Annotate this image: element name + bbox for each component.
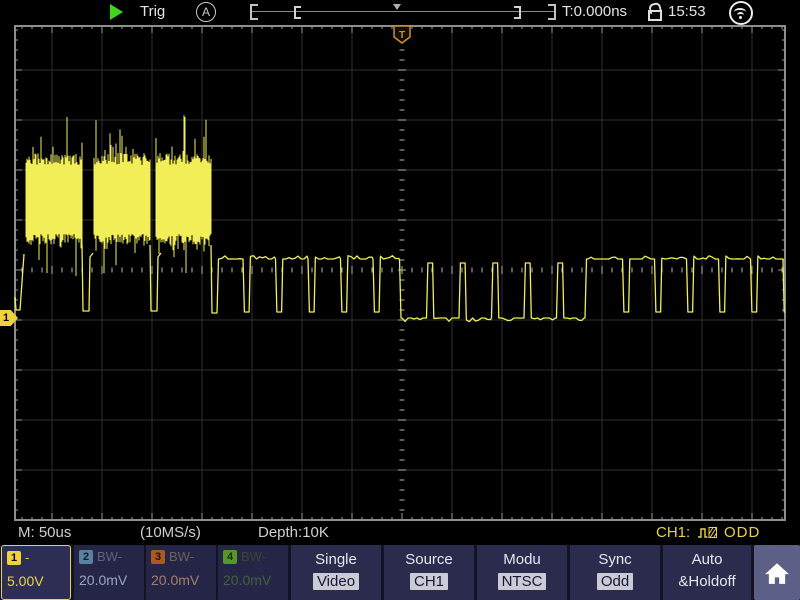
depth-readout: Depth:10K xyxy=(258,524,329,541)
trigger-offset-readout: T:0.000ns xyxy=(562,3,627,20)
menu-value: Odd xyxy=(597,573,633,590)
auto-trigger-icon: A xyxy=(196,2,216,22)
graticule: T xyxy=(14,25,786,521)
menu-button-modu[interactable]: Modu NTSC xyxy=(477,545,567,600)
trigger-position-pointer[interactable] xyxy=(393,4,401,10)
top-bar: Trig A T:0.000ns 15:53 xyxy=(0,0,800,25)
menu-button-sync[interactable]: Sync Odd xyxy=(570,545,660,600)
ch3-scale: 20.0mV xyxy=(151,572,199,588)
auto-trigger-letter: A xyxy=(202,5,210,19)
timebase-readout: M: 50us xyxy=(18,524,71,541)
menu-label: Source xyxy=(384,551,474,568)
samplerate-readout: (10MS/s) xyxy=(140,524,201,541)
channel-4-cell[interactable]: 4 BW- 20.0mV xyxy=(218,545,288,600)
trig-label: Trig xyxy=(140,3,165,20)
home-button[interactable] xyxy=(754,545,800,600)
video-trigger-icon xyxy=(697,525,719,540)
ch3-coupling: BW- xyxy=(169,550,194,564)
unlock-icon[interactable] xyxy=(648,3,662,21)
menu-label: Sync xyxy=(570,551,660,568)
ch4-scale: 20.0mV xyxy=(223,572,271,588)
run-play-icon[interactable] xyxy=(110,4,123,20)
bottom-menu: 1- 5.00V 2 BW- 20.0mV 3 BW- 20.0mV 4 BW- 20… xyxy=(0,545,800,600)
lock-body xyxy=(648,10,662,21)
wifi-dot xyxy=(739,16,742,19)
channel-2-cell[interactable]: 2 BW- 20.0mV xyxy=(74,545,144,600)
field-readout: ODD xyxy=(724,524,760,541)
ch4-coupling: BW- xyxy=(241,550,266,564)
horizontal-position-bar[interactable] xyxy=(250,2,556,22)
channel-1-cell[interactable]: 1- 5.00V xyxy=(1,545,71,600)
ch1-badge: 1 xyxy=(7,551,21,565)
menu-label: Modu xyxy=(477,551,567,568)
menu-value: CH1 xyxy=(410,573,448,590)
menu-value: &Holdoff xyxy=(678,573,735,590)
menu-label: Auto xyxy=(663,551,751,568)
menu-value: Video xyxy=(313,573,359,590)
status-bar: M: 50us (10MS/s) Depth:10K CH1: ODD xyxy=(0,521,800,545)
ch4-badge: 4 xyxy=(223,550,237,564)
window-bracket-right xyxy=(514,6,521,19)
ch1-coupling: - xyxy=(25,551,29,565)
record-bracket-right xyxy=(548,4,556,20)
menu-button-source[interactable]: Source CH1 xyxy=(384,545,474,600)
ch3-badge: 3 xyxy=(151,550,165,564)
waveform-canvas: T xyxy=(14,25,786,521)
ch2-badge: 2 xyxy=(79,550,93,564)
menu-button-single[interactable]: Single Video xyxy=(291,545,381,600)
menu-label: Single xyxy=(291,551,381,568)
ch2-scale: 20.0mV xyxy=(79,572,127,588)
svg-text:T: T xyxy=(399,30,405,41)
record-bracket-left xyxy=(250,4,258,20)
ch1-scale: 5.00V xyxy=(7,573,44,589)
trigger-source-readout: CH1: xyxy=(656,524,690,541)
menu-button-auto-holdoff[interactable]: Auto &Holdoff xyxy=(663,545,751,600)
window-bracket-left xyxy=(294,6,301,19)
oscilloscope-screen: Trig A T:0.000ns 15:53 T 1 M: 50us xyxy=(0,0,800,600)
home-icon xyxy=(764,561,790,585)
channel-3-cell[interactable]: 3 BW- 20.0mV xyxy=(146,545,216,600)
menu-value: NTSC xyxy=(498,573,547,590)
clock: 15:53 xyxy=(668,3,706,20)
wifi-icon[interactable] xyxy=(729,1,753,25)
ch2-coupling: BW- xyxy=(97,550,122,564)
